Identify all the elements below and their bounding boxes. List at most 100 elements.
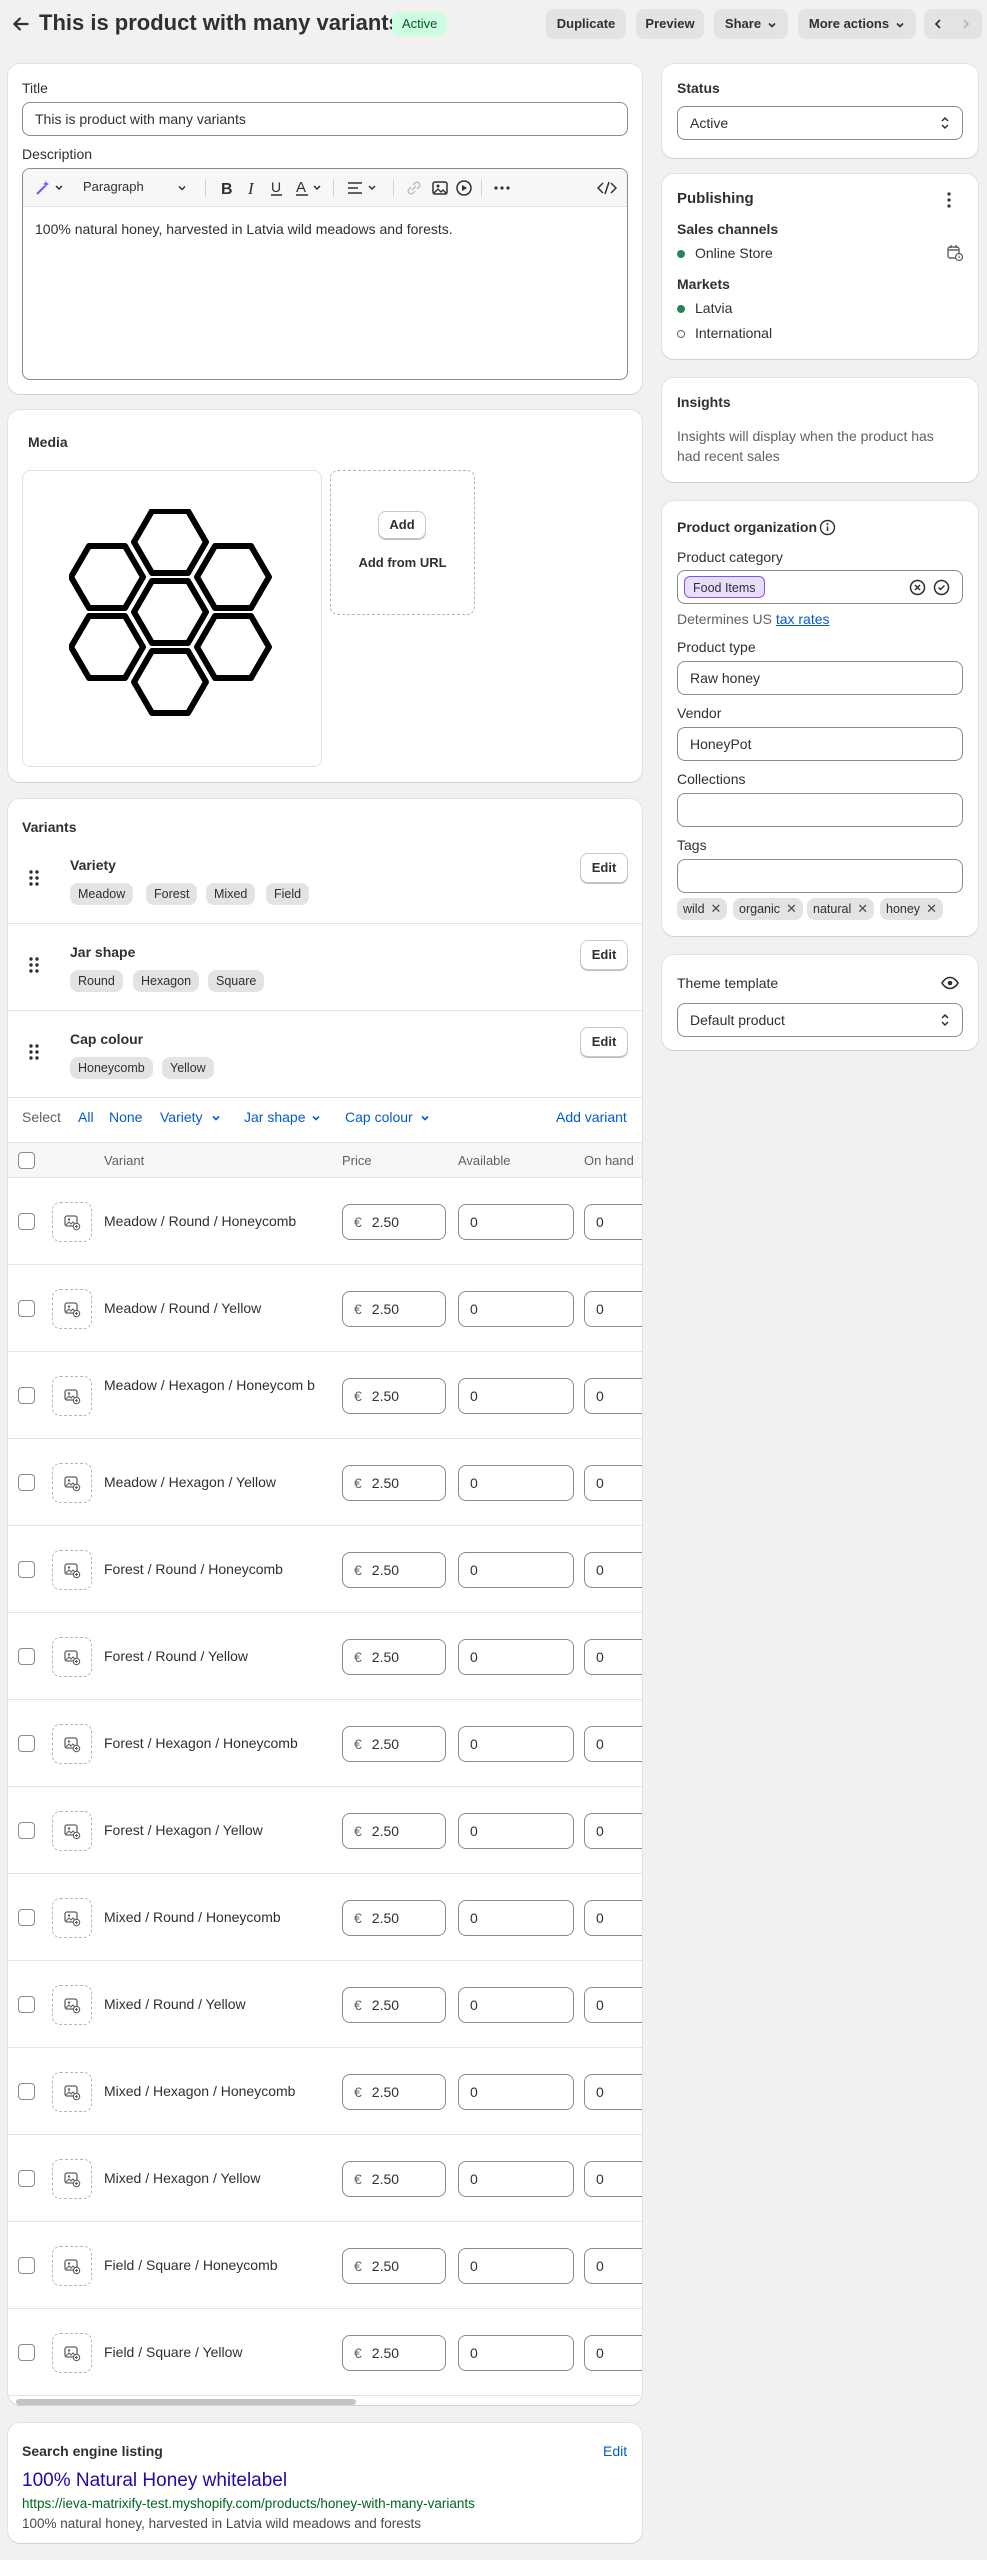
variant-price-input[interactable]: €2.50 bbox=[342, 2074, 446, 2110]
variant-name[interactable]: Mixed / Round / Honeycomb bbox=[104, 1907, 322, 1928]
product-category-input[interactable]: Food Items bbox=[677, 570, 963, 604]
variant-price-input[interactable]: €2.50 bbox=[342, 1378, 446, 1414]
variant-row-checkbox[interactable] bbox=[18, 2170, 35, 2187]
variant-available-input[interactable]: 0 bbox=[458, 1291, 574, 1327]
drag-handle-icon[interactable] bbox=[28, 956, 40, 974]
back-arrow-icon[interactable] bbox=[10, 13, 32, 35]
image-icon[interactable] bbox=[431, 179, 449, 197]
more-horizontal-icon[interactable] bbox=[493, 179, 511, 197]
italic-icon[interactable]: I bbox=[245, 179, 261, 197]
variant-row-checkbox[interactable] bbox=[18, 1822, 35, 1839]
filter-cap-colour-dropdown[interactable]: Cap colour bbox=[345, 1109, 413, 1125]
variant-image-placeholder[interactable] bbox=[52, 2333, 92, 2373]
select-none-link[interactable]: None bbox=[109, 1109, 142, 1125]
variant-row[interactable]: Forest / Hexagon / Honeycomb €2.50 0 0 bbox=[8, 1700, 642, 1787]
remove-tag-icon[interactable]: ✕ bbox=[711, 898, 722, 920]
drag-handle-icon[interactable] bbox=[28, 869, 40, 887]
variant-row[interactable]: Field / Square / Honeycomb €2.50 0 0 bbox=[8, 2222, 642, 2309]
variant-available-input[interactable]: 0 bbox=[458, 1378, 574, 1414]
eye-icon[interactable] bbox=[941, 976, 959, 990]
variant-row[interactable]: Meadow / Round / Yellow €2.50 0 0 bbox=[8, 1265, 642, 1352]
variant-on-hand-input[interactable]: 0 bbox=[584, 2074, 642, 2110]
variant-on-hand-input[interactable]: 0 bbox=[584, 1204, 642, 1240]
variant-price-input[interactable]: €2.50 bbox=[342, 2161, 446, 2197]
variant-name[interactable]: Meadow / Round / Yellow bbox=[104, 1298, 322, 1319]
variant-price-input[interactable]: €2.50 bbox=[342, 1204, 446, 1240]
info-icon[interactable] bbox=[819, 519, 836, 536]
variant-image-placeholder[interactable] bbox=[52, 1724, 92, 1764]
variant-row[interactable]: Field / Square / Yellow €2.50 0 0 bbox=[8, 2309, 642, 2396]
variant-row-checkbox[interactable] bbox=[18, 1735, 35, 1752]
variant-row[interactable]: Mixed / Round / Yellow €2.50 0 0 bbox=[8, 1961, 642, 2048]
variant-price-input[interactable]: €2.50 bbox=[342, 1552, 446, 1588]
variant-image-placeholder[interactable] bbox=[52, 1202, 92, 1242]
variant-name[interactable]: Mixed / Round / Yellow bbox=[104, 1994, 322, 2015]
variant-price-input[interactable]: €2.50 bbox=[342, 1291, 446, 1327]
variant-image-placeholder[interactable] bbox=[52, 1463, 92, 1503]
variant-row-checkbox[interactable] bbox=[18, 2344, 35, 2361]
title-input[interactable]: This is product with many variants bbox=[22, 102, 628, 136]
text-color-icon[interactable]: A bbox=[295, 179, 325, 197]
collections-input[interactable] bbox=[677, 793, 963, 827]
variant-name[interactable]: Field / Square / Yellow bbox=[104, 2342, 322, 2363]
variant-row[interactable]: Mixed / Hexagon / Honeycomb €2.50 0 0 bbox=[8, 2048, 642, 2135]
variant-row[interactable]: Meadow / Hexagon / Honeycom b €2.50 0 0 bbox=[8, 1352, 642, 1439]
code-view-icon[interactable] bbox=[597, 179, 617, 197]
variant-on-hand-input[interactable]: 0 bbox=[584, 1552, 642, 1588]
variant-available-input[interactable]: 0 bbox=[458, 1639, 574, 1675]
align-left-icon[interactable] bbox=[347, 179, 381, 197]
variant-image-placeholder[interactable] bbox=[52, 2246, 92, 2286]
variant-available-input[interactable]: 0 bbox=[458, 1552, 574, 1588]
variant-name[interactable]: Mixed / Hexagon / Honeycomb bbox=[104, 2081, 322, 2102]
magic-wand-icon[interactable] bbox=[35, 179, 65, 197]
edit-option-jar-shape-button[interactable]: Edit bbox=[580, 940, 628, 970]
variant-price-input[interactable]: €2.50 bbox=[342, 1639, 446, 1675]
seo-edit-link[interactable]: Edit bbox=[603, 2443, 627, 2459]
variant-on-hand-input[interactable]: 0 bbox=[584, 1378, 642, 1414]
variant-on-hand-input[interactable]: 0 bbox=[584, 1726, 642, 1762]
variant-on-hand-input[interactable]: 0 bbox=[584, 2161, 642, 2197]
variant-available-input[interactable]: 0 bbox=[458, 2161, 574, 2197]
select-all-checkbox[interactable] bbox=[18, 1152, 35, 1169]
variant-price-input[interactable]: €2.50 bbox=[342, 2335, 446, 2371]
media-dropzone[interactable]: Add Add from URL bbox=[330, 470, 475, 615]
previous-arrow-icon[interactable] bbox=[932, 18, 944, 30]
variant-price-input[interactable]: €2.50 bbox=[342, 2248, 446, 2284]
theme-template-select[interactable]: Default product bbox=[677, 1003, 963, 1037]
more-actions-button[interactable]: More actions bbox=[798, 9, 916, 39]
variant-row[interactable]: Mixed / Round / Honeycomb €2.50 0 0 bbox=[8, 1874, 642, 1961]
remove-tag-icon[interactable]: ✕ bbox=[786, 898, 797, 920]
variant-row-checkbox[interactable] bbox=[18, 1561, 35, 1578]
status-select[interactable]: Active bbox=[677, 106, 963, 140]
next-arrow-icon[interactable] bbox=[960, 18, 972, 30]
variant-row-checkbox[interactable] bbox=[18, 1648, 35, 1665]
variant-on-hand-input[interactable]: 0 bbox=[584, 1291, 642, 1327]
variant-on-hand-input[interactable]: 0 bbox=[584, 2248, 642, 2284]
variant-name[interactable]: Field / Square / Honeycomb bbox=[104, 2255, 322, 2276]
variant-row[interactable]: Meadow / Hexagon / Yellow €2.50 0 0 bbox=[8, 1439, 642, 1526]
variant-name[interactable]: Meadow / Round / Honeycomb bbox=[104, 1211, 322, 1232]
variant-on-hand-input[interactable]: 0 bbox=[584, 2335, 642, 2371]
duplicate-button[interactable]: Duplicate bbox=[546, 9, 626, 39]
filter-jar-shape-dropdown[interactable]: Jar shape bbox=[244, 1109, 305, 1125]
variant-image-placeholder[interactable] bbox=[52, 1289, 92, 1329]
variant-row-checkbox[interactable] bbox=[18, 1213, 35, 1230]
variant-image-placeholder[interactable] bbox=[52, 1898, 92, 1938]
variant-image-placeholder[interactable] bbox=[52, 1637, 92, 1677]
variant-row-checkbox[interactable] bbox=[18, 1387, 35, 1404]
check-circle-icon[interactable] bbox=[933, 579, 950, 596]
more-vertical-icon[interactable] bbox=[946, 191, 952, 209]
variant-available-input[interactable]: 0 bbox=[458, 1987, 574, 2023]
variant-name[interactable]: Forest / Round / Honeycomb bbox=[104, 1559, 322, 1580]
variant-name[interactable]: Mixed / Hexagon / Yellow bbox=[104, 2168, 322, 2189]
variant-name[interactable]: Forest / Hexagon / Honeycomb bbox=[104, 1733, 322, 1754]
calendar-schedule-icon[interactable] bbox=[946, 244, 964, 262]
video-icon[interactable] bbox=[455, 179, 473, 197]
variant-image-placeholder[interactable] bbox=[52, 1985, 92, 2025]
link-icon[interactable] bbox=[405, 179, 423, 197]
variant-available-input[interactable]: 0 bbox=[458, 2335, 574, 2371]
variant-row[interactable]: Forest / Round / Yellow €2.50 0 0 bbox=[8, 1613, 642, 1700]
variant-row[interactable]: Forest / Round / Honeycomb €2.50 0 0 bbox=[8, 1526, 642, 1613]
add-variant-link[interactable]: Add variant bbox=[556, 1109, 627, 1125]
edit-option-cap-colour-button[interactable]: Edit bbox=[580, 1027, 628, 1057]
